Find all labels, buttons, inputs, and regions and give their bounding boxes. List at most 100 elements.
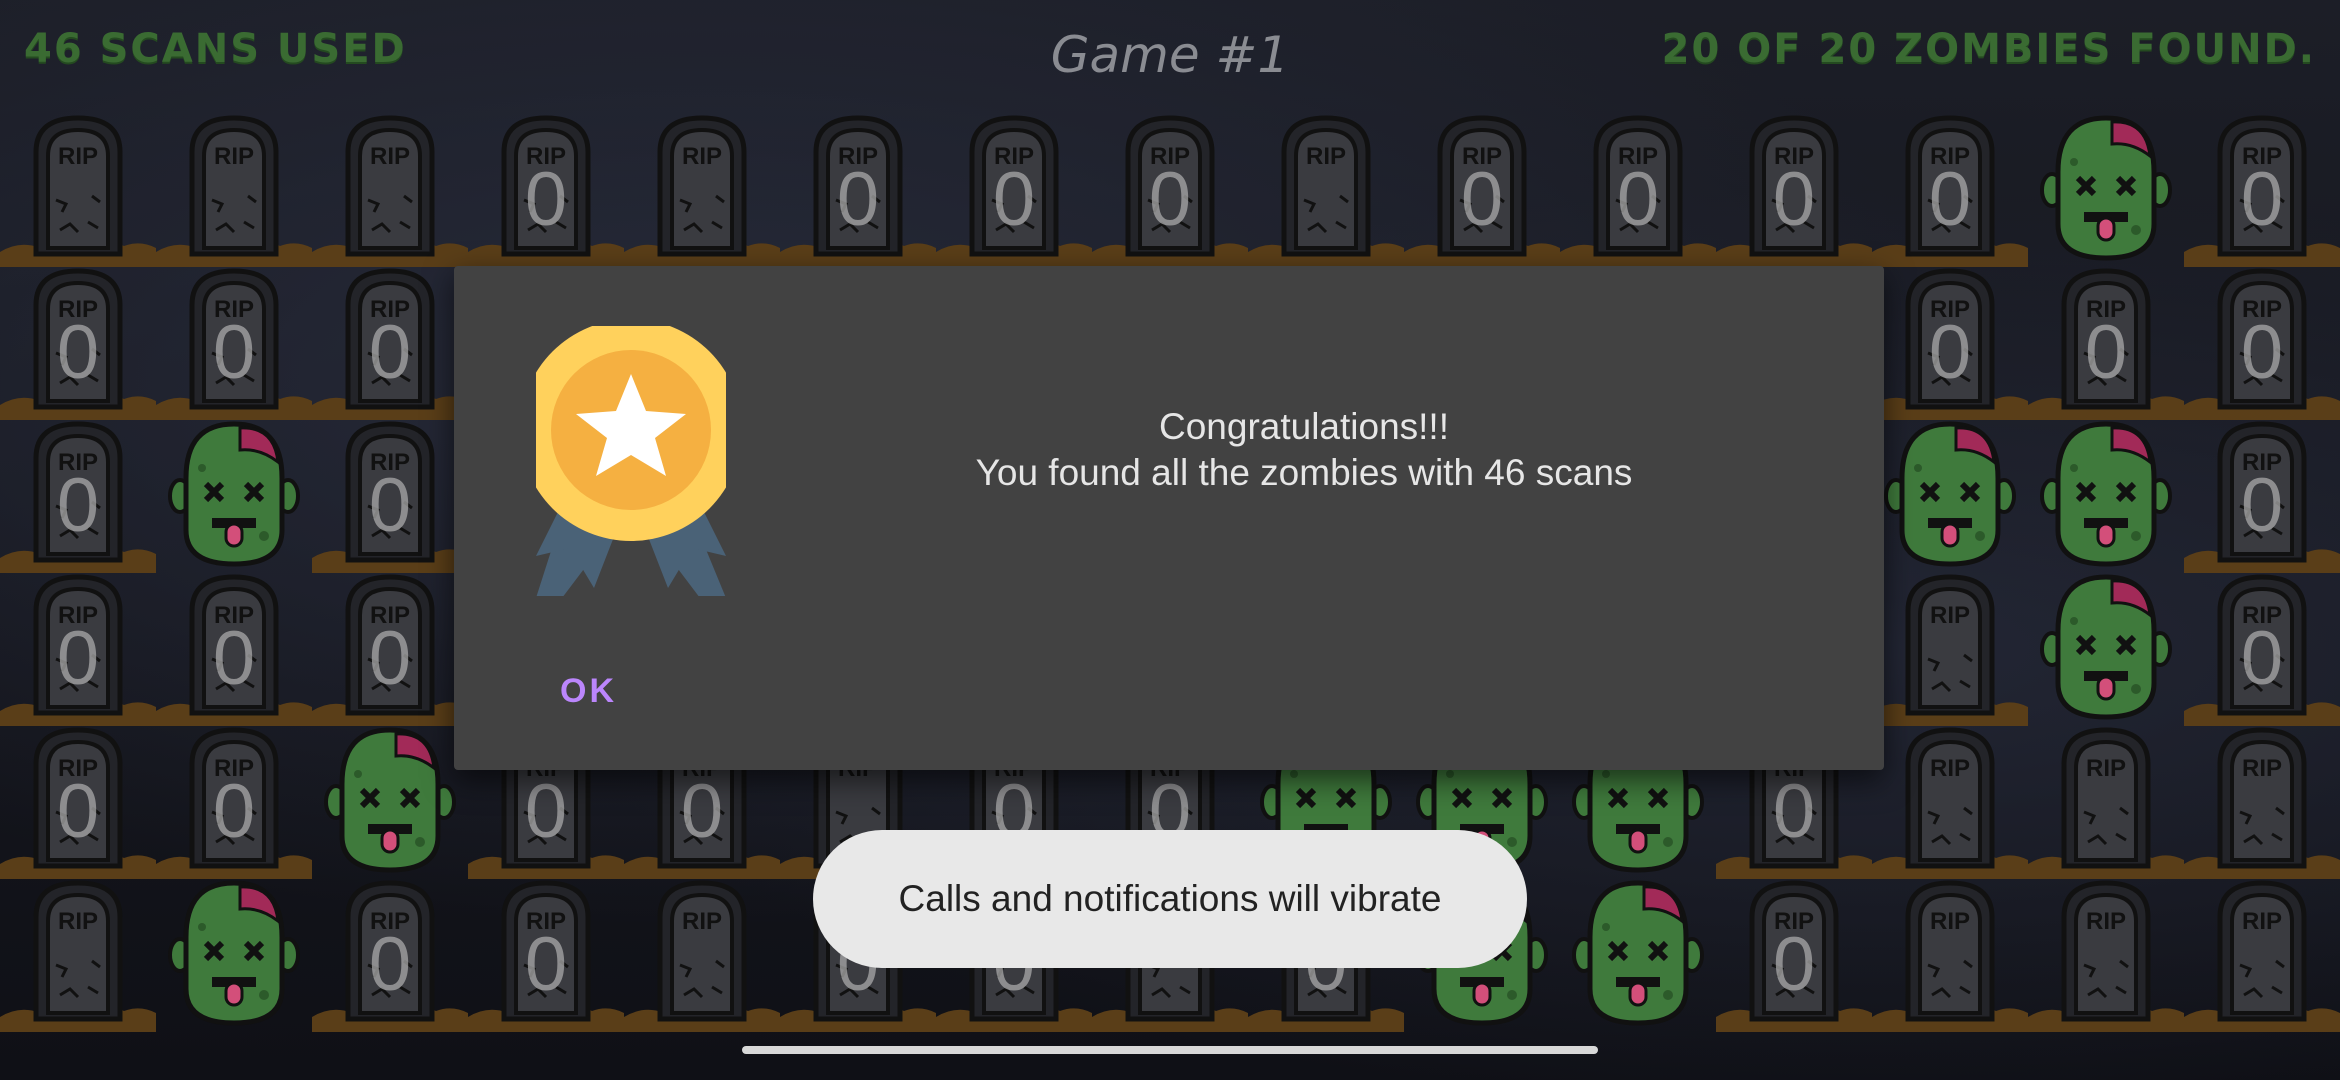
home-indicator[interactable] — [742, 1046, 1598, 1054]
grave-cell[interactable]: RIP — [624, 877, 780, 1032]
grave-cell[interactable]: RIP 0 — [1560, 112, 1716, 267]
grave-cell[interactable]: RIP 0 — [0, 265, 156, 420]
grave-cell[interactable]: RIP 0 — [312, 877, 468, 1032]
grave-cell[interactable]: RIP 0 — [312, 571, 468, 726]
rip-tombstone-icon: RIP — [2184, 880, 2340, 1032]
grave-cell[interactable]: RIP 0 — [468, 112, 624, 267]
grave-cell[interactable]: RIP 0 — [156, 571, 312, 726]
ok-button[interactable]: OK — [550, 666, 627, 717]
grave-cell[interactable]: RIP — [2184, 724, 2340, 879]
grave-cell[interactable]: RIP 0 — [2184, 418, 2340, 573]
grave-cell[interactable]: RIP 0 — [0, 418, 156, 573]
grave-cell[interactable]: RIP 0 — [2184, 112, 2340, 267]
nearby-zombie-count: 0 — [212, 616, 256, 701]
nearby-zombie-count: 0 — [212, 769, 256, 854]
grave-cell[interactable]: RIP 0 — [0, 724, 156, 879]
grave-cell[interactable]: RIP 0 — [156, 724, 312, 879]
grave-cell[interactable]: RIP — [2028, 877, 2184, 1032]
nearby-zombie-count: 0 — [680, 769, 724, 854]
grave-cell[interactable]: RIP 0 — [2028, 265, 2184, 420]
zombie-cell[interactable] — [2028, 418, 2184, 573]
rip-tombstone-icon: RIP — [1872, 727, 2028, 879]
grave-cell[interactable]: RIP — [0, 112, 156, 267]
zombie-head-icon — [324, 727, 456, 873]
grave-cell[interactable]: RIP 0 — [0, 571, 156, 726]
zombie-cell[interactable] — [156, 418, 312, 573]
rip-tombstone-icon: RIP — [0, 880, 156, 1032]
nearby-zombie-count: 0 — [56, 463, 100, 548]
grave-cell[interactable]: RIP — [156, 112, 312, 267]
rip-tombstone-icon: RIP — [1872, 880, 2028, 1032]
grave-cell[interactable]: RIP — [2184, 877, 2340, 1032]
nearby-zombie-count: 0 — [56, 310, 100, 395]
zombie-head-icon — [168, 421, 300, 567]
zombie-head-icon — [1572, 880, 1704, 1026]
grave-cell[interactable]: RIP — [2028, 724, 2184, 879]
nearby-zombie-count: 0 — [368, 463, 412, 548]
rip-tombstone-icon: RIP — [624, 115, 780, 267]
grave-cell[interactable]: RIP 0 — [1716, 877, 1872, 1032]
congratulations-dialog: Congratulations!!! You found all the zom… — [454, 266, 1884, 770]
grave-cell[interactable]: RIP 0 — [1092, 112, 1248, 267]
rip-tombstone-icon: RIP — [1248, 115, 1404, 267]
grave-cell[interactable]: RIP 0 — [312, 265, 468, 420]
vibrate-toast: Calls and notifications will vibrate — [813, 830, 1527, 968]
svg-text:RIP: RIP — [682, 143, 722, 170]
nearby-zombie-count: 0 — [56, 616, 100, 701]
nearby-zombie-count: 0 — [524, 157, 568, 242]
nearby-zombie-count: 0 — [368, 310, 412, 395]
svg-text:RIP: RIP — [1930, 755, 1970, 782]
nearby-zombie-count: 0 — [1772, 769, 1816, 854]
zombie-cell[interactable] — [156, 877, 312, 1032]
svg-text:RIP: RIP — [370, 143, 410, 170]
nearby-zombie-count: 0 — [2240, 463, 2284, 548]
zombie-cell[interactable] — [2028, 112, 2184, 267]
grave-cell[interactable]: RIP 0 — [156, 265, 312, 420]
congratulations-title: Congratulations!!! — [1158, 406, 1449, 447]
nearby-zombie-count: 0 — [56, 769, 100, 854]
grave-cell[interactable]: RIP 0 — [1716, 112, 1872, 267]
nearby-zombie-count: 0 — [1772, 157, 1816, 242]
zombie-head-icon — [2040, 574, 2172, 720]
svg-text:RIP: RIP — [2242, 755, 2282, 782]
congratulations-detail: You found all the zombies with 46 scans — [975, 452, 1633, 493]
grave-cell[interactable]: RIP 0 — [1872, 112, 2028, 267]
grave-cell[interactable]: RIP — [1872, 724, 2028, 879]
nearby-zombie-count: 0 — [212, 310, 256, 395]
zombie-cell[interactable] — [312, 724, 468, 879]
rip-tombstone-icon: RIP — [0, 115, 156, 267]
grave-cell[interactable]: RIP 0 — [1404, 112, 1560, 267]
nearby-zombie-count: 0 — [1928, 157, 1972, 242]
grave-cell[interactable]: RIP 0 — [936, 112, 1092, 267]
zombie-cell[interactable] — [1872, 418, 2028, 573]
svg-text:RIP: RIP — [58, 908, 98, 935]
rip-tombstone-icon: RIP — [312, 115, 468, 267]
toast-text: Calls and notifications will vibrate — [898, 878, 1442, 919]
grave-cell[interactable]: RIP — [0, 877, 156, 1032]
zombie-cell[interactable] — [1560, 877, 1716, 1032]
grave-cell[interactable]: RIP — [312, 112, 468, 267]
svg-text:RIP: RIP — [2086, 908, 2126, 935]
svg-text:RIP: RIP — [214, 143, 254, 170]
grave-cell[interactable]: RIP 0 — [780, 112, 936, 267]
grave-cell[interactable]: RIP — [1248, 112, 1404, 267]
grave-cell[interactable]: RIP 0 — [312, 418, 468, 573]
nearby-zombie-count: 0 — [2240, 616, 2284, 701]
zombie-cell[interactable] — [2028, 571, 2184, 726]
svg-text:RIP: RIP — [1306, 143, 1346, 170]
nearby-zombie-count: 0 — [1460, 157, 1504, 242]
grave-cell[interactable]: RIP 0 — [2184, 571, 2340, 726]
grave-cell[interactable]: RIP 0 — [468, 877, 624, 1032]
grave-cell[interactable]: RIP — [624, 112, 780, 267]
zombie-head-icon — [1884, 421, 2016, 567]
grave-cell[interactable]: RIP 0 — [1872, 265, 2028, 420]
nearby-zombie-count: 0 — [1928, 310, 1972, 395]
nearby-zombie-count: 0 — [524, 769, 568, 854]
nearby-zombie-count: 0 — [2240, 310, 2284, 395]
grave-cell[interactable]: RIP — [1872, 877, 2028, 1032]
nearby-zombie-count: 0 — [2084, 310, 2128, 395]
rip-tombstone-icon: RIP — [2028, 880, 2184, 1032]
grave-cell[interactable]: RIP 0 — [2184, 265, 2340, 420]
nearby-zombie-count: 0 — [1616, 157, 1660, 242]
grave-cell[interactable]: RIP — [1872, 571, 2028, 726]
